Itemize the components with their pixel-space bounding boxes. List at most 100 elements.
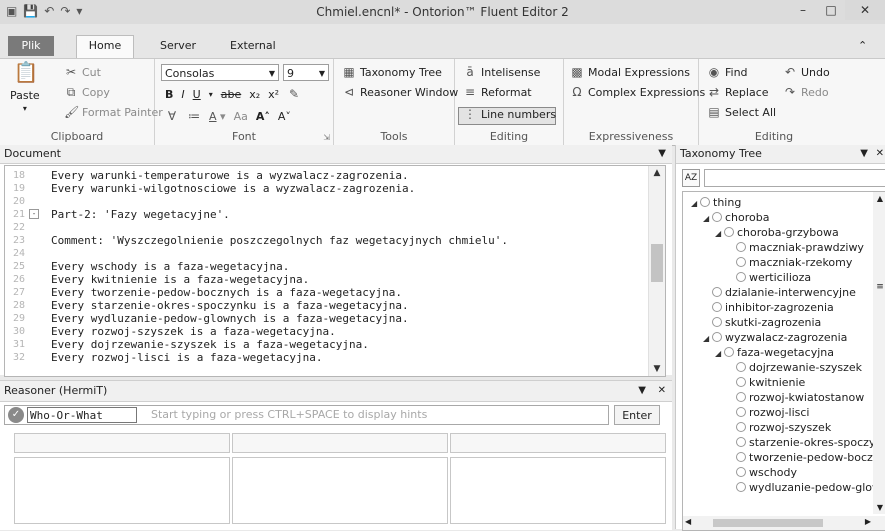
paste-button[interactable]: 📋 Paste ▾ [10, 62, 40, 113]
find-button[interactable]: ◉ Find [707, 65, 748, 79]
clipboard-group-label: Clipboard [50, 130, 104, 143]
font-family-select[interactable]: Consolas ▼ [161, 64, 279, 81]
shrink-font-button[interactable]: A˅ [278, 110, 291, 123]
line-numbers-label[interactable]: ⋮ Line numbers [463, 107, 556, 121]
font-size-select[interactable]: 9 ▼ [283, 64, 329, 81]
code-editor[interactable]: 18 Every warunki-temperaturowe is a wyzwa… [4, 165, 666, 377]
dialog-launcher-icon[interactable]: ⇲ [323, 133, 330, 142]
scroll-up-icon[interactable]: ▲ [649, 168, 665, 178]
taxonomy-tree-button[interactable]: ▦ Taxonomy Tree [342, 65, 442, 79]
result-pane[interactable] [232, 457, 448, 524]
scroll-right-icon[interactable]: ▶ [865, 517, 871, 526]
tree-node[interactable]: rozwoj-kwiatostanow [727, 390, 864, 405]
close-icon[interactable]: ✕ [658, 381, 666, 401]
tree-node[interactable]: werticilioza [727, 270, 811, 285]
tab-plik[interactable]: Plik [8, 36, 54, 56]
query-bar: ✓ Who-Or-What Start typing or press CTRL… [4, 405, 609, 425]
result-pane[interactable] [14, 457, 230, 524]
query-input[interactable]: Start typing or press CTRL+SPACE to disp… [151, 408, 427, 421]
tree-node[interactable]: rozwoj-lisci [727, 405, 809, 420]
tree-node[interactable]: rozwoj-szyszek [727, 420, 831, 435]
scrollbar-grip-icon[interactable]: ≡ [875, 282, 885, 312]
panel-menu-icon[interactable]: ▼ [658, 145, 666, 163]
scrollbar-thumb[interactable] [713, 519, 823, 527]
fold-collapse-icon[interactable]: - [29, 209, 39, 219]
scroll-left-icon[interactable]: ◀ [685, 517, 691, 526]
editor-scrollbar[interactable]: ▲ ▼ [648, 166, 665, 376]
close-button[interactable]: ✕ [845, 0, 885, 20]
subscript-button[interactable]: x₂ [249, 88, 260, 101]
tree-node[interactable]: wydluzanie-pedow-glownych [727, 480, 885, 495]
reformat-button[interactable]: ≡ Reformat [463, 85, 532, 99]
brush-icon: 🖌 [64, 105, 80, 119]
tree-node[interactable]: wschody [727, 465, 797, 480]
complex-expressions-button[interactable]: Ω Complex Expressions [570, 85, 705, 99]
result-pane[interactable] [450, 457, 666, 524]
format-painter-button[interactable]: 🖌 Format Painter [64, 105, 163, 119]
expand-triangle-icon[interactable]: ◢ [715, 226, 724, 241]
sort-az-icon[interactable]: AZ [682, 169, 700, 187]
italic-button[interactable]: I [181, 88, 184, 101]
modal-expressions-button[interactable]: ▩ Modal Expressions [570, 65, 690, 79]
close-icon[interactable]: ✕ [876, 145, 884, 163]
grow-font-button[interactable]: A˄ [256, 110, 270, 123]
text-effects-icon[interactable]: ∀ [165, 109, 179, 123]
expand-triangle-icon[interactable]: ◢ [715, 346, 724, 361]
tree-node[interactable]: ◢ choroba [703, 210, 769, 225]
minimize-button[interactable]: – [789, 0, 817, 20]
intelisense-icon: ā [466, 65, 474, 79]
expand-triangle-icon[interactable]: ◢ [703, 331, 712, 346]
maximize-button[interactable]: □ [817, 0, 845, 20]
scroll-down-icon[interactable]: ▼ [649, 364, 665, 374]
check-icon: ✓ [8, 407, 24, 423]
tab-home[interactable]: Home [76, 35, 134, 59]
select-all-button[interactable]: ▤ Select All [707, 105, 776, 119]
tab-server[interactable]: Server [160, 36, 196, 56]
tree-node[interactable]: kwitnienie [727, 375, 805, 390]
enter-button[interactable]: Enter [614, 405, 660, 425]
cut-button[interactable]: ✂ Cut [64, 65, 101, 79]
panel-menu-icon[interactable]: ▼ [638, 381, 646, 401]
redo-button[interactable]: ↷ Redo [783, 85, 829, 99]
change-case-button[interactable]: Aa [234, 110, 248, 123]
highlight-icon[interactable]: ≔ [187, 109, 201, 123]
panel-menu-icon[interactable]: ▼ [860, 145, 868, 163]
clear-formatting-icon[interactable]: ✎ [287, 87, 301, 101]
copy-button[interactable]: ⧉ Copy [64, 85, 110, 99]
concept-icon [712, 212, 722, 222]
taxonomy-search-input[interactable] [704, 169, 885, 187]
tree-node[interactable]: maczniak-rzekomy [727, 255, 852, 270]
tree-node[interactable]: starzenie-okres-spoczynku [727, 435, 885, 450]
taxonomy-tree[interactable]: ◢ thing ◢ choroba ◢ choroba-grzybowa maczniak-… [682, 191, 885, 531]
tree-node[interactable]: ◢ faza-wegetacyjna [715, 345, 834, 360]
tab-external[interactable]: External [230, 36, 276, 56]
tree-node[interactable]: skutki-zagrozenia [703, 315, 821, 330]
underline-button[interactable]: U [193, 88, 201, 101]
intelisense-button[interactable]: ā Intelisense [463, 65, 540, 79]
font-color-button[interactable]: A ▾ [209, 110, 226, 123]
scrollbar-thumb[interactable] [651, 244, 663, 282]
strikethrough-button[interactable]: abe [221, 88, 242, 101]
undo-button[interactable]: ↶ Undo [783, 65, 830, 79]
tree-horizontal-scrollbar[interactable]: ◀ ▶ [683, 516, 885, 530]
scroll-down-icon[interactable]: ▼ [873, 503, 885, 512]
ribbon-collapse-icon[interactable]: ⌃ [858, 36, 867, 56]
tree-node[interactable]: dojrzewanie-szyszek [727, 360, 862, 375]
tree-node[interactable]: maczniak-prawdziwy [727, 240, 864, 255]
tree-node[interactable]: ◢ choroba-grzybowa [715, 225, 839, 240]
tree-node[interactable]: tworzenie-pedow-bocznych [727, 450, 885, 465]
expand-triangle-icon[interactable]: ◢ [691, 196, 700, 211]
tree-node[interactable]: dzialanie-interwencyjne [703, 285, 856, 300]
expand-triangle-icon[interactable]: ◢ [703, 211, 712, 226]
concept-icon [736, 257, 746, 267]
superscript-button[interactable]: x² [268, 88, 279, 101]
tree-node[interactable]: inhibitor-zagrozenia [703, 300, 834, 315]
tree-scrollbar[interactable]: ▲ ≡ ▼ [873, 192, 885, 514]
tree-node[interactable]: ◢ wyzwalacz-zagrozenia [703, 330, 847, 345]
bold-button[interactable]: B [165, 88, 173, 101]
reasoner-window-button[interactable]: ⊲ Reasoner Window [342, 85, 458, 99]
scroll-up-icon[interactable]: ▲ [873, 194, 885, 203]
tree-node[interactable]: ◢ thing [691, 195, 741, 210]
replace-button[interactable]: ⇄ Replace [707, 85, 769, 99]
query-type-select[interactable]: Who-Or-What [27, 407, 137, 423]
